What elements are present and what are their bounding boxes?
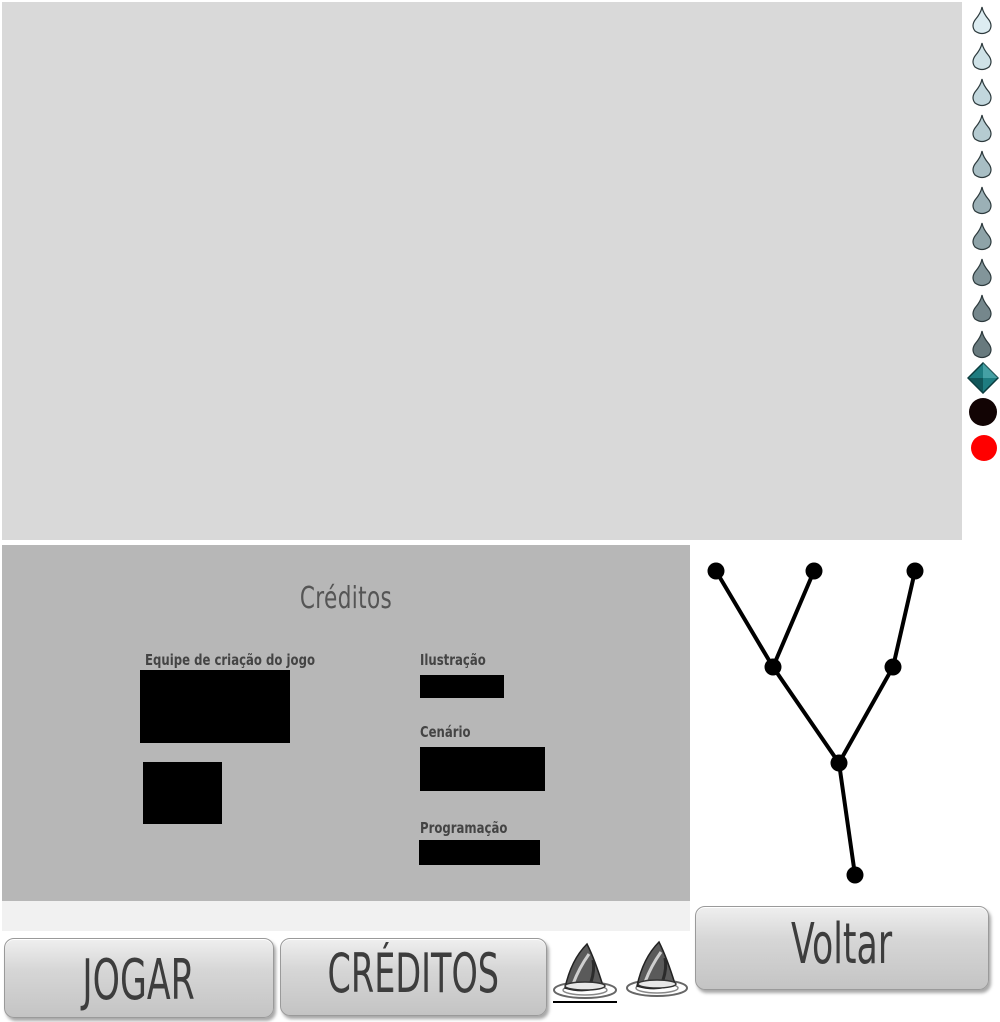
water-drop-icon: [972, 258, 992, 287]
scenery-label: Cenário: [420, 723, 471, 741]
illustration-label: Ilustração: [420, 651, 486, 669]
credits-button-label: CRÉDITOS: [327, 942, 500, 1005]
diamond-gem-icon: [967, 362, 999, 394]
water-drop-icon: [972, 42, 992, 71]
programming-label: Programação: [420, 819, 508, 837]
water-drop-icon: [972, 294, 992, 323]
redacted-team-names-2: [143, 762, 222, 824]
branch-tree-icon: [707, 562, 924, 884]
wizard-hat-icon[interactable]: [624, 940, 690, 1000]
game-canvas[interactable]: [2, 2, 962, 540]
play-button[interactable]: JOGAR: [4, 938, 274, 1018]
water-drop-icon: [972, 114, 992, 143]
credits-button[interactable]: CRÉDITOS: [280, 938, 547, 1016]
water-drop-icon: [972, 78, 992, 107]
redacted-team-names: [140, 670, 290, 743]
water-drop-icon: [972, 6, 992, 35]
credits-panel: Créditos Equipe de criação do jogo Ilust…: [2, 545, 690, 901]
water-drop-icon: [972, 150, 992, 179]
water-drop-icon: [972, 330, 992, 359]
red-ball-icon: [971, 435, 997, 461]
team-label: Equipe de criação do jogo: [145, 651, 315, 669]
back-button-label: Voltar: [791, 912, 893, 977]
redacted-scenery-name: [420, 747, 545, 791]
water-drop-icon: [972, 186, 992, 215]
water-drop-icon: [972, 222, 992, 251]
credits-title: Créditos: [299, 581, 393, 616]
play-button-label: JOGAR: [82, 948, 196, 1013]
credits-bottom-strip: [2, 901, 690, 931]
wizard-hat-icon[interactable]: [551, 940, 619, 1004]
redacted-illustration-name: [420, 675, 504, 698]
black-ball-icon: [969, 398, 997, 426]
redacted-programming-name: [419, 840, 540, 865]
back-button[interactable]: Voltar: [695, 906, 989, 990]
